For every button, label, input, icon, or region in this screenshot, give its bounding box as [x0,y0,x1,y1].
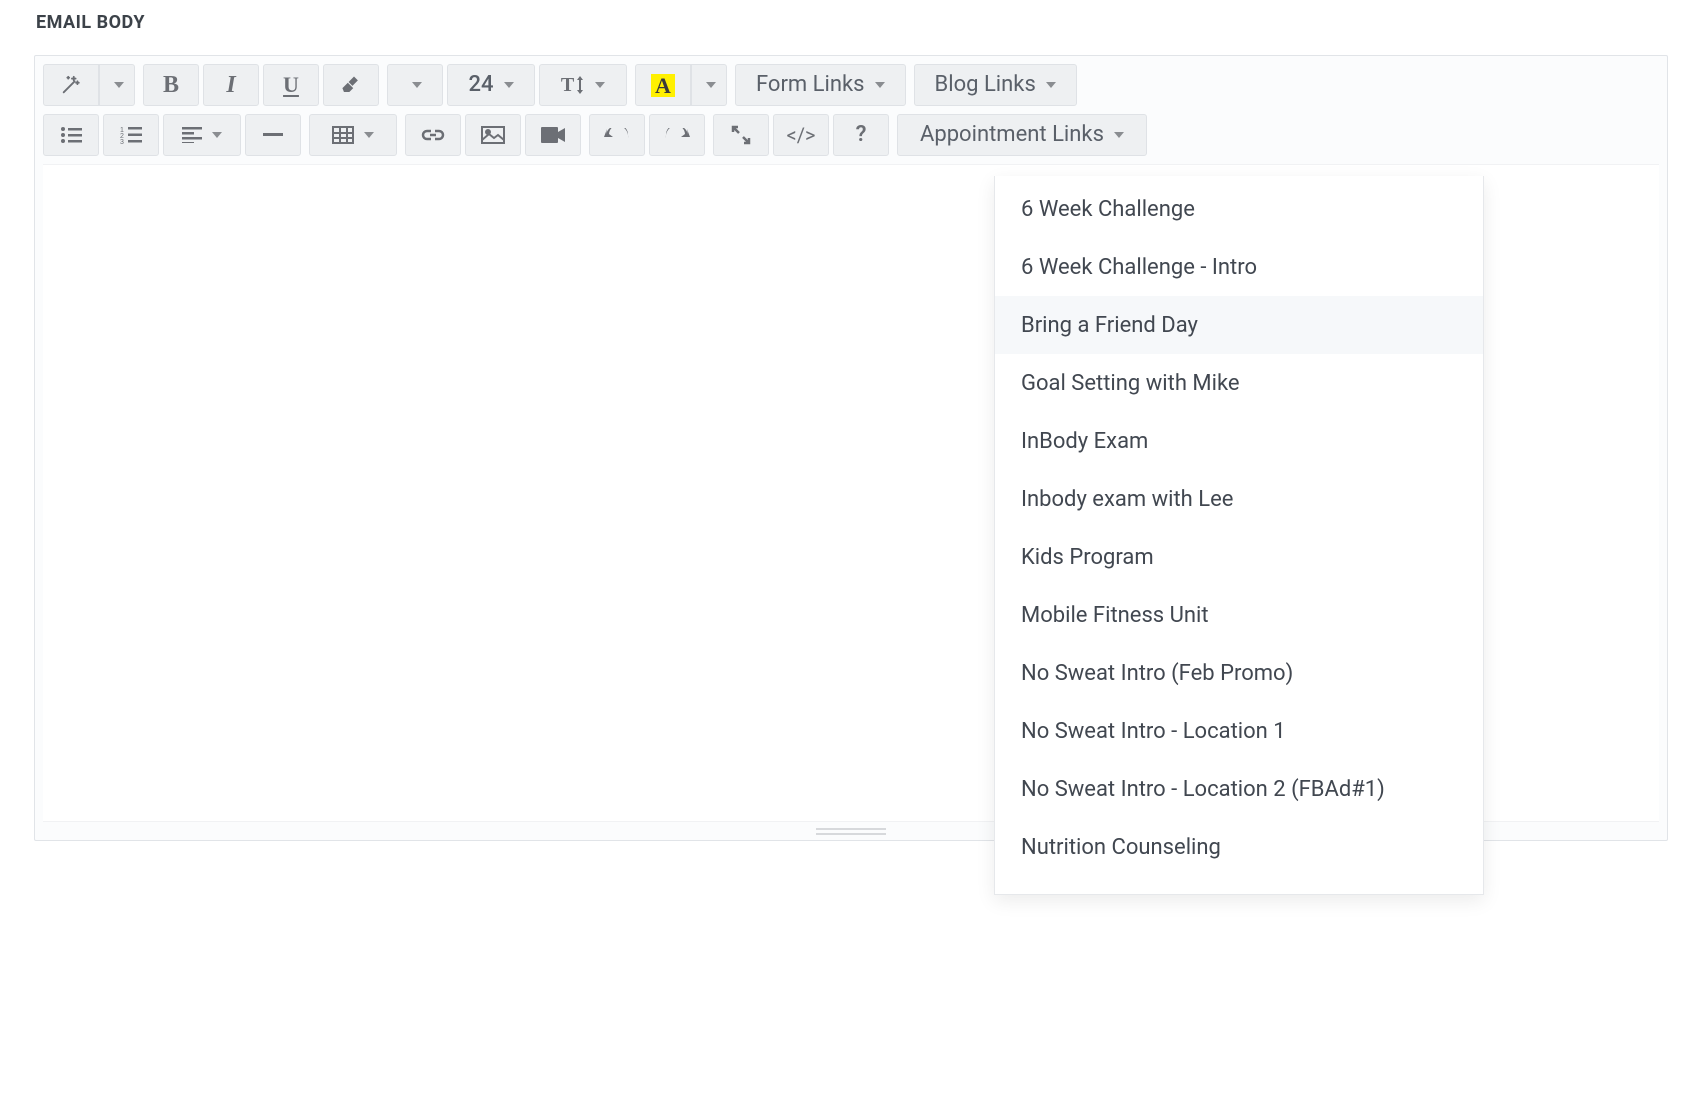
resize-handle[interactable] [816,824,886,838]
video-button[interactable] [525,114,581,156]
group-history [589,114,705,156]
clear-format-button[interactable] [323,64,379,106]
blog-links-dropdown[interactable]: Blog Links [914,64,1077,106]
undo-icon [604,128,630,142]
form-links-dropdown[interactable]: Form Links [735,64,906,106]
table-dropdown[interactable] [309,114,397,156]
horizontal-rule-button[interactable] [245,114,301,156]
appointment-link-item[interactable]: Kids Program [995,528,1483,586]
bold-button[interactable]: B [143,64,199,106]
chevron-down-icon [212,132,222,138]
magic-wand-icon[interactable] [43,64,99,106]
chevron-down-icon [504,82,514,88]
style-dropdown[interactable] [43,64,135,106]
group-form-links: Form Links [735,64,906,106]
ordered-list-button[interactable]: 1 2 3 [103,114,159,156]
link-button[interactable] [405,114,461,156]
chevron-down-icon [875,82,885,88]
line-height-icon: T [561,75,585,95]
appointment-link-item[interactable]: InBody Exam [995,412,1483,470]
section-label: EMAIL BODY [36,12,1668,33]
align-left-icon [182,127,202,143]
group-color: A [635,64,727,106]
picture-icon [481,126,505,144]
link-icon [421,128,445,142]
list-ul-icon [60,126,82,144]
email-editor-page: EMAIL BODY B I U [0,0,1702,1114]
chevron-down-icon [706,82,716,88]
appointment-link-item[interactable]: No Sweat Intro - Location 1 [995,702,1483,760]
font-family-dropdown[interactable] [387,64,443,106]
font-size-value: 24 [468,74,493,96]
appointment-link-item[interactable]: Nutrition Counseling [995,818,1483,876]
group-font: 24 T [387,64,627,106]
codeview-button[interactable]: </> [773,114,829,156]
appointment-link-item[interactable]: Mobile Fitness Unit [995,586,1483,644]
font-color-icon: A [651,74,675,97]
picture-button[interactable] [465,114,521,156]
minus-icon [263,133,283,137]
code-icon: </> [787,125,816,145]
appointment-links-dropdown[interactable]: Appointment Links [897,114,1147,156]
fullscreen-button[interactable] [713,114,769,156]
undo-button[interactable] [589,114,645,156]
appointment-link-item[interactable]: Bring a Friend Day [995,296,1483,354]
group-insert [405,114,581,156]
fullscreen-icon [731,125,751,145]
table-icon [332,126,354,144]
group-blog-links: Blog Links [914,64,1077,106]
font-color-button[interactable]: A [635,64,691,106]
appointment-link-item[interactable]: 6 Week Challenge - Intro [995,238,1483,296]
appointment-link-item[interactable]: No Sweat Intro - Location 2 (FBAd#1) [995,760,1483,818]
blog-links-label: Blog Links [935,74,1036,96]
chevron-down-icon [364,132,374,138]
help-icon: ? [856,124,867,146]
toolbar-row-1: B I U 24 T [43,64,1659,106]
group-style [43,64,135,106]
appointment-link-item[interactable]: 6 Week Challenge [995,180,1483,238]
paragraph-align-dropdown[interactable] [163,114,241,156]
chevron-down-icon [1114,132,1124,138]
redo-icon [664,128,690,142]
group-table [309,114,397,156]
chevron-down-icon [1046,82,1056,88]
help-button[interactable]: ? [833,114,889,156]
group-paragraph: 1 2 3 [43,114,301,156]
font-color-dropdown[interactable]: A [635,64,727,106]
italic-button[interactable]: I [203,64,259,106]
chevron-down-icon [412,82,422,88]
video-icon [541,127,565,143]
font-color-caret[interactable] [691,64,727,106]
chevron-down-icon [114,82,124,88]
appointment-links-label: Appointment Links [920,124,1104,146]
line-height-dropdown[interactable]: T [539,64,627,106]
appointment-link-item[interactable]: Goal Setting with Mike [995,354,1483,412]
style-caret[interactable] [99,64,135,106]
form-links-label: Form Links [756,74,865,96]
group-biu: B I U [143,64,379,106]
svg-text:3: 3 [120,139,124,144]
underline-button[interactable]: U [263,64,319,106]
eraser-icon [340,75,362,95]
toolbar-row-2: 1 2 3 [43,114,1659,156]
redo-button[interactable] [649,114,705,156]
list-ol-icon: 1 2 3 [120,126,142,144]
appointment-links-menu: 6 Week Challenge6 Week Challenge - Intro… [994,176,1484,895]
appointment-link-item[interactable]: No Sweat Intro (Feb Promo) [995,644,1483,702]
chevron-down-icon [595,82,605,88]
appointment-link-item[interactable]: Inbody exam with Lee [995,470,1483,528]
group-view: </> ? [713,114,889,156]
font-size-dropdown[interactable]: 24 [447,64,535,106]
group-appointment-links: Appointment Links [897,114,1147,156]
unordered-list-button[interactable] [43,114,99,156]
